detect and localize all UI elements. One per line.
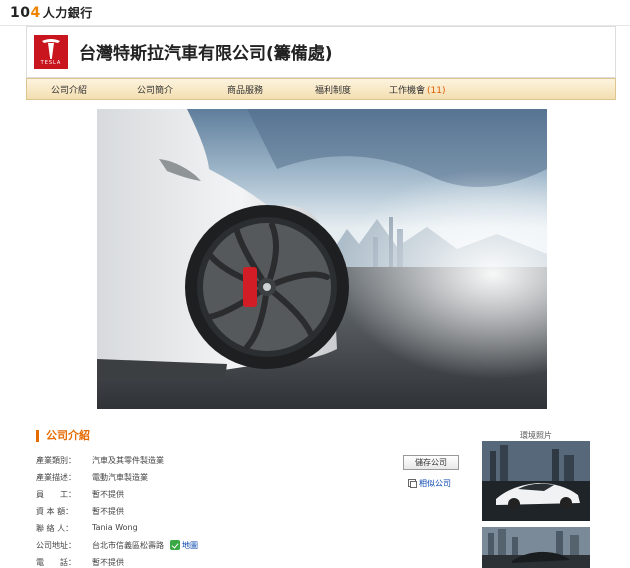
environment-photo[interactable] (482, 441, 590, 521)
similar-companies-label: 相似公司 (419, 479, 451, 488)
logo-number: 10 (10, 5, 31, 21)
info-value: 台北市信義區松壽路 地圖 (92, 540, 198, 551)
map-link[interactable]: 地圖 (182, 541, 198, 550)
copy-icon (408, 479, 417, 488)
info-label: 產業類別： (36, 456, 76, 465)
info-value: 電動汽車製造業 (92, 473, 148, 482)
company-name: 台灣特斯拉汽車有限公司(籌備處) (79, 44, 333, 64)
tab-benefits[interactable]: 福利制度 (315, 83, 351, 96)
tab-jobs-label: 工作機會 (389, 86, 426, 96)
info-value: 暫不提供 (92, 558, 124, 567)
environment-photo[interactable] (482, 527, 590, 568)
info-value: 暫不提供 (92, 490, 124, 499)
address-text: 台北市信義區松壽路 (92, 541, 164, 550)
hero-car-image (97, 109, 547, 409)
info-label: 資 本 額： (36, 507, 74, 516)
info-value: 暫不提供 (92, 507, 124, 516)
info-value: 汽車及其零件製造業 (92, 456, 164, 465)
tab-company-profile[interactable]: 公司簡介 (137, 83, 173, 96)
company-header: TESLA 台灣特斯拉汽車有限公司(籌備處) (26, 26, 616, 78)
info-label: 產業描述： (36, 473, 76, 482)
map-icon[interactable] (170, 540, 180, 550)
info-label: 聯 絡 人： (36, 524, 74, 533)
logo-text: 人力銀行 (42, 6, 93, 20)
top-bar: 104 人力銀行 (0, 0, 630, 26)
environment-photos-title: 環境照片 (520, 431, 552, 440)
section-title: 公司介紹 (36, 430, 90, 442)
info-label: 公司地址： (36, 541, 76, 550)
logo-four: 4 (30, 5, 41, 21)
job-count-badge: (11) (427, 86, 446, 96)
tab-company-intro[interactable]: 公司介紹 (51, 83, 87, 96)
info-value: Tania Wong (92, 523, 138, 532)
tesla-logo-icon: TESLA (34, 35, 68, 69)
similar-companies-link[interactable]: 相似公司 (408, 478, 451, 489)
save-company-button[interactable]: 儲存公司 (403, 455, 459, 470)
brand-word: TESLA (40, 60, 62, 66)
info-label: 員 工： (36, 490, 76, 499)
tab-jobs[interactable]: 工作機會 (11) (389, 83, 446, 96)
tab-products[interactable]: 商品服務 (227, 83, 263, 96)
company-nav: 公司介紹 公司簡介 商品服務 福利制度 工作機會 (11) (26, 78, 616, 100)
site-logo[interactable]: 104 人力銀行 (10, 4, 93, 21)
info-label: 電 話： (36, 558, 76, 567)
